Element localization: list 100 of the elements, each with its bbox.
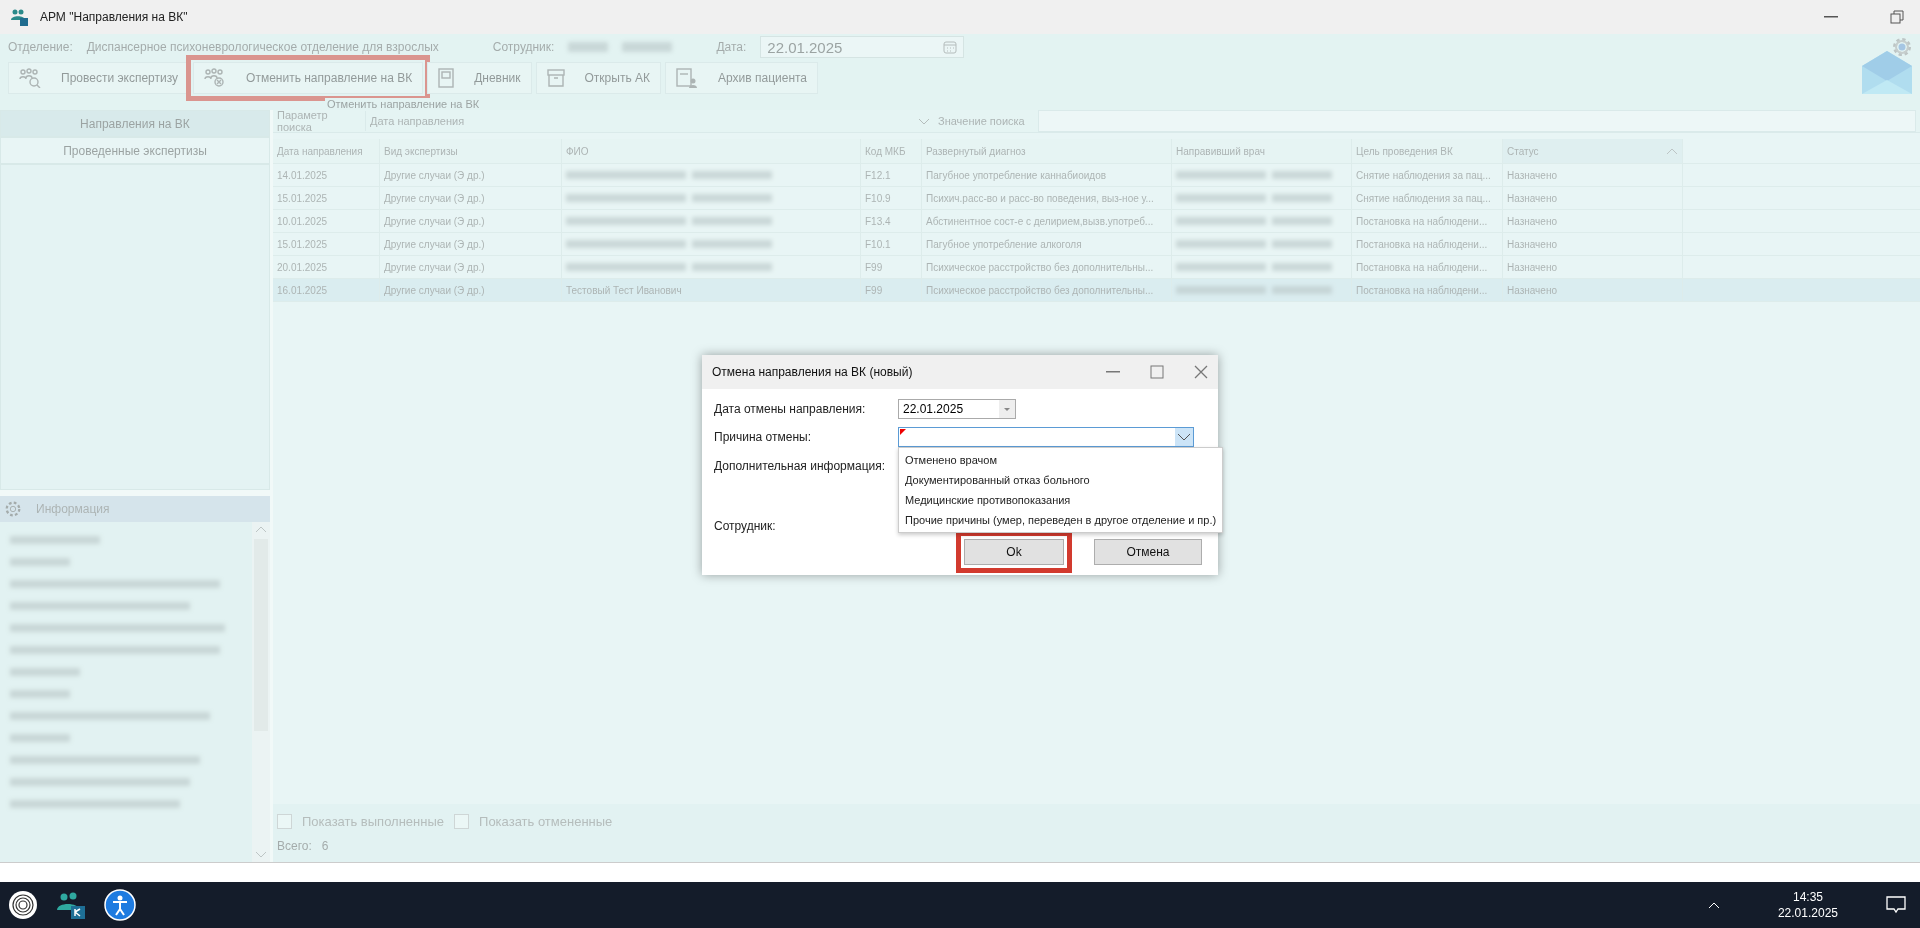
table-cell: Постановка на наблюдени... bbox=[1352, 256, 1503, 278]
table-cell: Психическое расстройство без дополнительны... bbox=[922, 279, 1172, 301]
table-cell: 16.01.2025 bbox=[273, 279, 380, 301]
checkbox[interactable] bbox=[454, 813, 470, 829]
total-label: Всего: bbox=[277, 838, 312, 853]
redacted-text bbox=[568, 42, 609, 52]
table-cell: Назначено bbox=[1503, 256, 1683, 278]
people-app-icon[interactable] bbox=[56, 890, 86, 920]
table-cell: 14.01.2025 bbox=[273, 164, 380, 186]
minimize-icon[interactable] bbox=[1106, 371, 1120, 373]
table-cell: Постановка на наблюдени... bbox=[1352, 233, 1503, 255]
field-label: Сотрудник: bbox=[714, 519, 777, 533]
redacted-text bbox=[1272, 217, 1332, 225]
table-cell: Назначено bbox=[1503, 233, 1683, 255]
table-cell: Другие случаи (Э др.) bbox=[380, 233, 562, 255]
restore-icon[interactable] bbox=[1890, 10, 1904, 24]
table-row[interactable]: 15.01.2025 Другие случаи (Э др.) F10.9 Психич.расс-во и расс-во поведения, выз-ное у... Снятие наблюдения за пац... Назначено bbox=[273, 187, 1920, 210]
employee-label: Сотрудник: bbox=[492, 40, 555, 54]
field-label: Дополнительная информация: bbox=[714, 459, 887, 473]
field-label: Причина отмены: bbox=[714, 430, 812, 444]
envelope-icon[interactable] bbox=[1862, 50, 1912, 96]
table-cell: F99 bbox=[861, 256, 922, 278]
table-row[interactable]: 14.01.2025 Другие случаи (Э др.) F12.1 Пагубное употребление каннабиоидов Снятие наблюдения за пац... Назначено bbox=[273, 164, 1920, 187]
column-header[interactable]: Статус bbox=[1503, 139, 1683, 163]
table-row[interactable]: 15.01.2025 Другие случаи (Э др.) F10.1 Пагубное употребление алкоголя Постановка на наблюдени... Назначено bbox=[273, 233, 1920, 256]
ok-button[interactable]: Ok bbox=[964, 539, 1064, 565]
table-cell: Тестовый Тест Иванович bbox=[562, 279, 861, 301]
redacted-text bbox=[1272, 171, 1332, 179]
table-cell: Психич.расс-во и расс-во поведения, выз-ное у... bbox=[922, 187, 1172, 209]
redacted-text bbox=[1272, 240, 1332, 248]
field-label: Дата отмены направления: bbox=[714, 402, 867, 416]
dropdown-option[interactable]: Медицинские противопоказания bbox=[899, 490, 1223, 510]
toolbar-button[interactable]: Дневник bbox=[427, 62, 532, 94]
clock-date[interactable]: 22.01.2025 bbox=[1777, 906, 1838, 920]
dropdown-option[interactable]: Документированный отказ больного bbox=[899, 470, 1223, 490]
chevron-down-icon bbox=[918, 117, 930, 125]
chevron-up-icon[interactable] bbox=[1707, 901, 1720, 909]
search-param-label: Параметр поиска bbox=[276, 109, 329, 133]
table-cell: Другие случаи (Э др.) bbox=[380, 164, 562, 186]
date-field[interactable]: 22.01.2025 bbox=[760, 36, 965, 58]
table-cell: Снятие наблюдения за пац... bbox=[1352, 164, 1503, 186]
notification-icon[interactable] bbox=[1886, 896, 1906, 914]
table-cell: Снятие наблюдения за пац... bbox=[1352, 187, 1503, 209]
table-cell: 10.01.2025 bbox=[273, 210, 380, 232]
department-name: Диспансерное психоневрологическое отделение для взрослых bbox=[86, 40, 439, 54]
calendar-icon bbox=[943, 40, 958, 54]
clock-time[interactable]: 14:35 bbox=[1792, 890, 1823, 904]
table-cell: F99 bbox=[861, 279, 922, 301]
scrollbar[interactable] bbox=[252, 522, 270, 862]
app-logo-icon bbox=[10, 8, 28, 26]
book-icon bbox=[438, 68, 455, 88]
sidebar-item[interactable]: Проведенные экспертизы bbox=[0, 137, 270, 164]
department-label: Отделение: bbox=[8, 40, 73, 54]
table-cell: F12.1 bbox=[861, 164, 922, 186]
chevron-down-icon bbox=[1175, 428, 1193, 446]
table-cell: Психическое расстройство без дополнительны... bbox=[922, 256, 1172, 278]
table-cell: Пагубное употребление алкоголя bbox=[922, 233, 1172, 255]
search-param-dropdown[interactable]: Дата направления bbox=[365, 111, 934, 131]
total-count: 6 bbox=[321, 838, 329, 853]
dropdown-option[interactable]: Отменено врачом bbox=[899, 450, 1223, 470]
table-cell: 20.01.2025 bbox=[273, 256, 380, 278]
archive-person-icon bbox=[676, 68, 698, 88]
cancel-button[interactable]: Отмена bbox=[1094, 539, 1202, 565]
table-cell: Пагубное употребление каннабиоидов bbox=[922, 164, 1172, 186]
window-title: АРМ "Направления на ВК" bbox=[40, 10, 188, 24]
date-field[interactable]: 22.01.2025 bbox=[898, 399, 1016, 419]
fingerprint-icon[interactable] bbox=[8, 890, 38, 920]
archive-box-icon bbox=[546, 69, 565, 87]
toolbar-button[interactable]: Открыть АК bbox=[535, 62, 661, 94]
table-cell: Другие случаи (Э др.) bbox=[380, 210, 562, 232]
minimize-icon[interactable] bbox=[1824, 16, 1838, 18]
redacted-text bbox=[1272, 194, 1332, 202]
checkbox[interactable] bbox=[277, 813, 292, 829]
maximize-icon[interactable] bbox=[1150, 365, 1164, 379]
sidebar-item[interactable]: Направления на ВК bbox=[0, 110, 270, 137]
table-cell: Назначено bbox=[1503, 279, 1683, 301]
table-cell: 15.01.2025 bbox=[273, 187, 380, 209]
redacted-text bbox=[622, 42, 673, 52]
table-cell: F10.9 bbox=[861, 187, 922, 209]
settings-icon[interactable] bbox=[4, 500, 22, 518]
toolbar-button[interactable]: Архив пациента bbox=[665, 62, 819, 94]
table-cell: 15.01.2025 bbox=[273, 233, 380, 255]
people-search-icon bbox=[19, 68, 41, 88]
table-cell: Другие случаи (Э др.) bbox=[380, 256, 562, 278]
scroll-up-icon[interactable] bbox=[255, 526, 267, 533]
close-icon[interactable] bbox=[1194, 365, 1208, 379]
table-cell: Другие случаи (Э др.) bbox=[380, 187, 562, 209]
accessibility-icon[interactable] bbox=[104, 889, 136, 921]
dialog-title: Отмена направления на ВК (новый) bbox=[712, 365, 914, 379]
people-cancel-icon bbox=[204, 68, 227, 88]
scroll-down-icon[interactable] bbox=[255, 851, 267, 858]
table-cell: F10.1 bbox=[861, 233, 922, 255]
table-cell: Назначено bbox=[1503, 164, 1683, 186]
table-cell: Назначено bbox=[1503, 187, 1683, 209]
redacted-text bbox=[1272, 263, 1332, 271]
settings-icon[interactable] bbox=[1892, 37, 1912, 57]
dropdown-option[interactable]: Прочие причины (умер, переведен в другое отделение и пр.) bbox=[899, 510, 1223, 530]
date-label: Дата: bbox=[716, 40, 747, 54]
table-row[interactable]: 20.01.2025 Другие случаи (Э др.) F99 Психическое расстройство без дополнительны... Постановка на наблюдени... Назначено bbox=[273, 256, 1920, 279]
tooltip-text: Отменить направление на ВК bbox=[325, 98, 482, 110]
